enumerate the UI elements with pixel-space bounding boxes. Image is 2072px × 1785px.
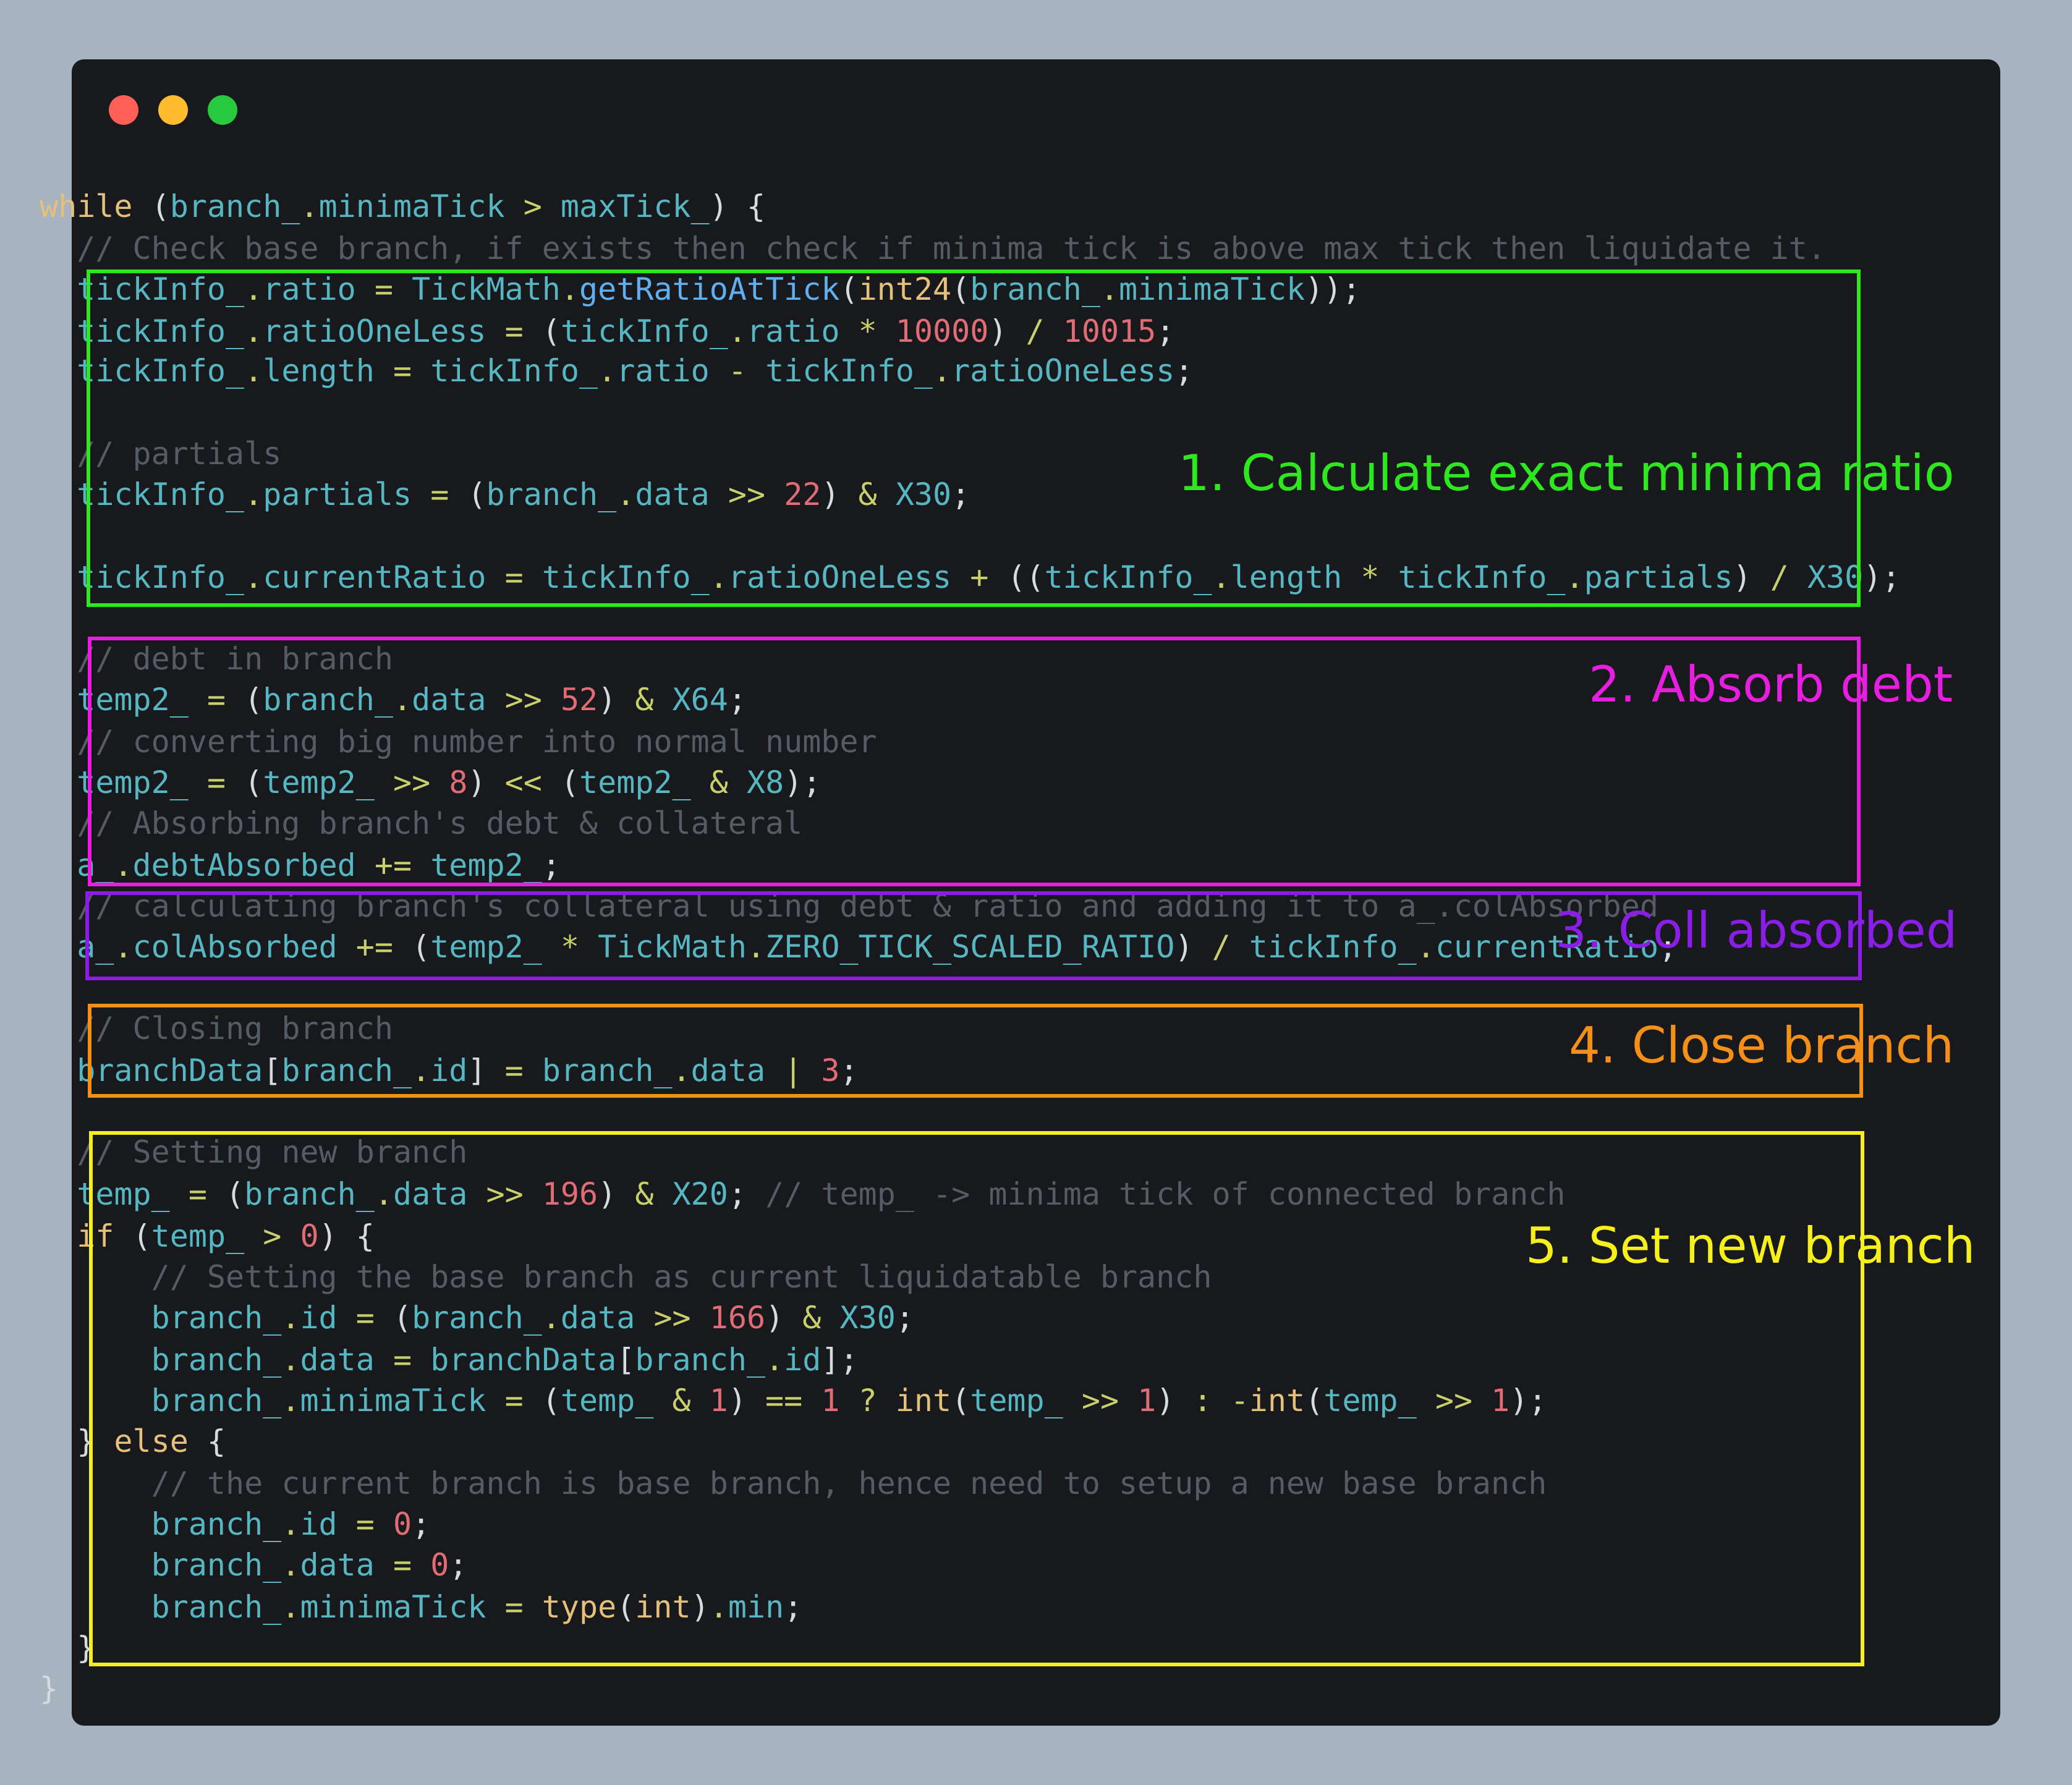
code-token: } xyxy=(40,1671,59,1707)
annotation-label-4: 4. Close branch xyxy=(1569,1017,1955,1074)
code-token: ); xyxy=(1863,559,1901,595)
code-token: . xyxy=(300,189,319,224)
code-token: ) { xyxy=(709,189,766,224)
zoom-button[interactable] xyxy=(208,95,237,125)
code-token: while xyxy=(40,189,133,224)
code-token: branch_ xyxy=(169,189,300,224)
annotation-label-3: 3. Coll absorbed xyxy=(1555,902,1958,959)
code-token: > xyxy=(504,189,561,224)
annotation-box-5 xyxy=(89,1131,1864,1666)
code-line: } xyxy=(40,1627,95,1668)
code-token: ( xyxy=(132,189,170,224)
annotation-label-1: 1. Calculate exact minima ratio xyxy=(1178,444,1955,502)
annotation-label-2: 2. Absorb debt xyxy=(1589,656,1953,713)
close-button[interactable] xyxy=(109,95,138,125)
annotation-box-1 xyxy=(87,269,1861,607)
minimize-button[interactable] xyxy=(158,95,188,125)
code-token: maxTick_ xyxy=(560,189,710,224)
code-line: } xyxy=(40,1668,58,1709)
code-token: minimaTick xyxy=(318,189,505,224)
annotation-label-5: 5. Set new branch xyxy=(1526,1217,1976,1274)
code-line: while (branch_.minimaTick > maxTick_) { xyxy=(40,186,765,227)
code-token: // Check base branch, if exists then che… xyxy=(40,231,1826,266)
code-token: } xyxy=(40,1630,96,1666)
code-line: // Check base branch, if exists then che… xyxy=(40,228,1826,269)
